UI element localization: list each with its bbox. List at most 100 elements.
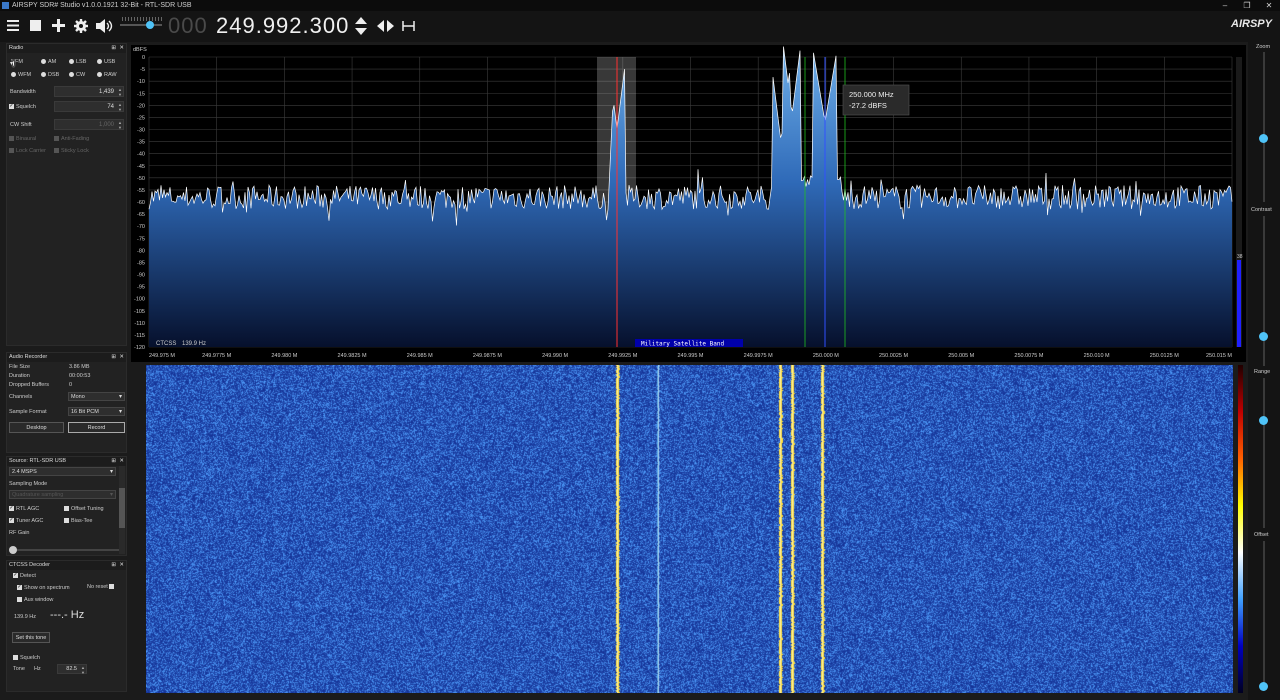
show-spectrum-checkbox[interactable]: ✓ Show on spectrum bbox=[17, 585, 70, 591]
y-tick-label: -5 bbox=[140, 67, 145, 73]
set-tone-button[interactable]: Set this tone bbox=[12, 632, 50, 643]
y-tick-label: -40 bbox=[137, 152, 145, 158]
frequency-tooltip: 250.000 MHz -27.2 dBFS bbox=[842, 84, 910, 116]
contrast-slider[interactable] bbox=[1263, 216, 1265, 366]
volume-ticks bbox=[122, 17, 162, 21]
duration-label: Duration bbox=[9, 373, 30, 379]
mode-cw[interactable]: CW bbox=[69, 72, 85, 78]
ctcss-squelch-checkbox[interactable]: Squelch bbox=[13, 655, 40, 661]
rtl-agc-checkbox[interactable]: ✓ RTL AGC bbox=[9, 506, 39, 512]
recorder-header: Audio Recorder bbox=[9, 354, 48, 360]
x-tick-label: 249.9925 M bbox=[608, 353, 637, 359]
x-tick-label: 250.000 M bbox=[813, 353, 839, 359]
close-panel-icon[interactable]: ✕ bbox=[119, 353, 124, 362]
pin-icon[interactable]: ⊞ bbox=[111, 44, 116, 53]
maximize-button[interactable]: ❐ bbox=[1236, 0, 1258, 11]
y-tick-label: -45 bbox=[137, 164, 145, 170]
channels-select[interactable]: Mono bbox=[68, 392, 125, 401]
mode-am[interactable]: AM bbox=[41, 59, 56, 65]
x-tick-label: 249.9825 M bbox=[338, 353, 367, 359]
cw-shift-field[interactable]: 1,000 ▲ ▼ bbox=[54, 119, 124, 130]
pin-icon[interactable]: ⊞ bbox=[111, 353, 116, 362]
desktop-button[interactable]: Desktop bbox=[9, 422, 64, 433]
range-knob[interactable] bbox=[1259, 416, 1268, 425]
spectrum-display[interactable]: 0 -5 -10 -15 -20 -25 -30 -35 -40 -45 -50 -55 -60 -65 -… bbox=[131, 45, 1246, 362]
lock-carrier-checkbox[interactable]: Lock Carrier bbox=[9, 148, 46, 154]
gear-icon[interactable] bbox=[74, 19, 88, 33]
zoom-slider[interactable] bbox=[1263, 52, 1265, 202]
tone-label: Tone bbox=[13, 666, 25, 672]
y-tick-label: -85 bbox=[137, 260, 145, 266]
mode-raw[interactable]: RAW bbox=[97, 72, 117, 78]
dropped-value: 0 bbox=[69, 382, 73, 388]
rf-gain-label: RF Gain bbox=[9, 530, 30, 536]
x-tick-label: 249.9875 M bbox=[473, 353, 502, 359]
close-window-button[interactable]: ✕ bbox=[1258, 0, 1280, 11]
contrast-knob[interactable] bbox=[1259, 332, 1268, 341]
ctcss-readout: ---.- Hz bbox=[50, 609, 85, 621]
sticky-lock-checkbox[interactable]: Sticky Lock bbox=[54, 148, 89, 154]
range-slider[interactable] bbox=[1263, 378, 1265, 528]
source-header: Source: RTL-SDR USB bbox=[9, 458, 67, 464]
frequency-leading-digits[interactable]: 000 bbox=[168, 13, 208, 39]
no-reset-checkbox[interactable]: No reset bbox=[87, 584, 116, 590]
rf-gain-knob[interactable] bbox=[9, 546, 17, 554]
waterfall-display[interactable] bbox=[146, 365, 1233, 693]
x-tick-label: 249.995 M bbox=[678, 353, 704, 359]
squelch-field[interactable]: 74 ▲ ▼ bbox=[54, 101, 124, 112]
y-tick-label: -60 bbox=[137, 200, 145, 206]
sample-format-label: Sample Format bbox=[9, 409, 47, 415]
stop-icon[interactable] bbox=[30, 20, 41, 31]
binaural-checkbox[interactable]: Binaural bbox=[9, 136, 36, 142]
x-tick-label: 250.0025 M bbox=[879, 353, 908, 359]
range-label: Range bbox=[1254, 369, 1271, 375]
source-scrollbar[interactable] bbox=[119, 466, 125, 554]
sampling-mode-label: Sampling Mode bbox=[9, 481, 48, 487]
squelch-checkbox[interactable]: ✓ Squelch bbox=[9, 104, 36, 110]
anti-fading-checkbox[interactable]: Anti-Fading bbox=[54, 136, 89, 142]
sample-rate-select[interactable]: 2.4 MSPS bbox=[9, 467, 116, 476]
mode-nfm[interactable]: NFM bbox=[10, 59, 23, 68]
close-panel-icon[interactable]: ✕ bbox=[119, 561, 124, 570]
close-panel-icon[interactable]: ✕ bbox=[119, 44, 124, 53]
sampling-mode-select[interactable]: Quadrature sampling bbox=[9, 490, 116, 499]
mode-lsb[interactable]: LSB bbox=[69, 59, 86, 65]
detect-checkbox[interactable]: ✓ Detect bbox=[13, 573, 36, 579]
zoom-knob[interactable] bbox=[1259, 134, 1268, 143]
offset-knob[interactable] bbox=[1259, 682, 1268, 691]
dropped-label: Dropped Buffers bbox=[9, 382, 49, 388]
x-tick-label: 250.0125 M bbox=[1150, 353, 1179, 359]
add-icon[interactable] bbox=[52, 19, 65, 32]
file-size-value: 3.86 MB bbox=[69, 364, 90, 370]
rf-gain-slider[interactable] bbox=[12, 549, 122, 551]
volume-knob[interactable] bbox=[146, 21, 154, 29]
menu-icon[interactable] bbox=[7, 20, 19, 31]
mode-wfm[interactable]: WFM bbox=[11, 72, 31, 78]
snap-icon[interactable] bbox=[402, 21, 415, 31]
x-tick-label: 250.010 M bbox=[1084, 353, 1110, 359]
aux-window-checkbox[interactable]: Aux window bbox=[17, 597, 53, 603]
x-tick-label: 249.9975 M bbox=[744, 353, 773, 359]
tone-field[interactable]: 82.5 ▲ ▼ bbox=[57, 664, 87, 675]
app-icon bbox=[2, 2, 9, 9]
bias-tee-checkbox[interactable]: Bias-Tee bbox=[64, 518, 92, 524]
step-updown-icon[interactable] bbox=[355, 17, 367, 35]
frequency-display[interactable]: 249.992.300 bbox=[216, 13, 349, 39]
offset-slider[interactable] bbox=[1263, 541, 1265, 691]
tune-leftright-icon[interactable] bbox=[377, 20, 394, 32]
mode-dsb[interactable]: DSB bbox=[41, 72, 59, 78]
offset-tuning-checkbox[interactable]: Offset Tuning bbox=[64, 506, 104, 512]
tuner-agc-checkbox[interactable]: ✓ Tuner AGC bbox=[9, 518, 43, 524]
hz-label: Hz bbox=[34, 666, 41, 672]
bandwidth-field[interactable]: 1,439 ▲ ▼ bbox=[54, 86, 124, 97]
minimize-button[interactable]: ‒ bbox=[1214, 0, 1236, 11]
x-tick-label: 249.985 M bbox=[407, 353, 433, 359]
pin-icon[interactable]: ⊞ bbox=[111, 457, 116, 466]
speaker-icon[interactable] bbox=[96, 19, 114, 33]
sample-format-select[interactable]: 16 Bit PCM bbox=[68, 407, 125, 416]
volume-slider[interactable] bbox=[120, 24, 162, 26]
close-panel-icon[interactable]: ✕ bbox=[119, 457, 124, 466]
mode-usb[interactable]: USB bbox=[97, 59, 115, 65]
pin-icon[interactable]: ⊞ bbox=[111, 561, 116, 570]
record-button[interactable]: Record bbox=[68, 422, 125, 433]
